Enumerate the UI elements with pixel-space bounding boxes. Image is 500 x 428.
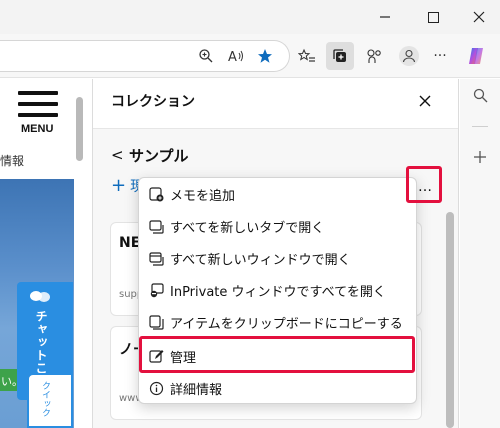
favorites-list-button[interactable] xyxy=(293,42,321,70)
svg-text:A: A xyxy=(228,50,237,64)
sidebar-divider xyxy=(472,126,488,127)
settings-more-button[interactable]: ··· xyxy=(426,42,454,70)
menu-item-copy-clipboard[interactable]: アイテムをクリップボードにコピーする xyxy=(139,306,416,338)
copilot-button[interactable] xyxy=(462,42,490,70)
favorites-list-icon xyxy=(298,48,315,62)
sidebar-search-button[interactable] xyxy=(470,85,490,105)
collections-icon xyxy=(333,49,346,62)
chat-bubble-icon xyxy=(30,291,50,302)
menu-item-open-all-window[interactable]: すべて新しいウィンドウで開く xyxy=(139,242,416,274)
copilot-icon xyxy=(469,48,483,64)
open-window-icon xyxy=(148,250,164,266)
note-add-icon xyxy=(148,186,164,202)
close-icon xyxy=(473,11,485,23)
minimize-button[interactable] xyxy=(362,3,408,31)
collection-name: サンプル xyxy=(129,147,189,165)
menu-item-details[interactable]: 詳細情報 xyxy=(139,372,416,404)
menu-item-label: すべて新しいウィンドウで開く xyxy=(170,252,351,268)
webpage-scrollbar[interactable] xyxy=(76,97,83,161)
menu-item-add-note[interactable]: メモを追加 xyxy=(139,178,416,210)
zoom-button[interactable] xyxy=(192,42,220,70)
profile-button[interactable] xyxy=(395,42,423,70)
window-close-button[interactable] xyxy=(456,3,500,31)
browser-toolbar: A ··· xyxy=(0,34,500,78)
plus-icon xyxy=(474,151,486,163)
panel-close-button[interactable] xyxy=(413,91,437,112)
extensions-icon xyxy=(367,49,381,63)
maximize-icon xyxy=(427,11,439,23)
menu-item-label: メモを追加 xyxy=(170,188,236,204)
edge-sidebar xyxy=(460,79,500,428)
zoom-icon xyxy=(199,49,213,63)
read-aloud-icon: A xyxy=(228,50,243,64)
more-button-highlight xyxy=(406,166,442,203)
favorite-star-icon xyxy=(258,49,272,63)
info-icon xyxy=(148,380,164,396)
minimize-icon xyxy=(380,16,390,18)
quick-button[interactable]: クイック xyxy=(27,373,73,428)
hamburger-menu-icon[interactable] xyxy=(18,91,58,124)
close-icon xyxy=(419,95,431,107)
back-button[interactable]: < xyxy=(111,146,124,164)
title-bar xyxy=(0,0,500,34)
menu-item-label: 詳細情報 xyxy=(170,382,223,398)
more-icon: ··· xyxy=(433,48,447,64)
menu-item-label: InPrivate ウィンドウですべてを開く xyxy=(170,284,386,300)
menu-item-label: アイテムをクリップボードにコピーする xyxy=(170,316,403,332)
inprivate-icon xyxy=(148,282,164,298)
copy-icon xyxy=(148,314,164,330)
menu-item-label: すべてを新しいタブで開く xyxy=(170,220,325,236)
search-icon xyxy=(473,88,487,102)
maximize-button[interactable] xyxy=(410,3,456,31)
webpage-partial-text: 情報 xyxy=(0,154,25,168)
quick-label: クイック xyxy=(40,381,50,417)
panel-title: コレクション xyxy=(111,94,195,110)
panel-scrollbar[interactable] xyxy=(446,212,454,428)
menu-item-open-all-tabs[interactable]: すべてを新しいタブで開く xyxy=(139,210,416,242)
plus-icon: + xyxy=(111,175,127,196)
manage-item-highlight xyxy=(139,336,415,373)
open-tabs-icon xyxy=(148,218,164,234)
panel-header: コレクション xyxy=(93,79,458,129)
menu-label: MENU xyxy=(21,123,54,135)
webpage-content: MENU 情報 い。 チャットこ クイック xyxy=(0,79,90,428)
read-aloud-button[interactable]: A xyxy=(222,42,250,70)
collections-button[interactable] xyxy=(326,42,354,70)
menu-item-open-all-inprivate[interactable]: InPrivate ウィンドウですべてを開く xyxy=(139,274,416,306)
sidebar-add-button[interactable] xyxy=(470,147,490,167)
chat-label: チャットこ xyxy=(34,310,48,375)
favorite-button[interactable] xyxy=(251,42,279,70)
extensions-button[interactable] xyxy=(361,42,389,70)
profile-icon xyxy=(399,46,419,66)
